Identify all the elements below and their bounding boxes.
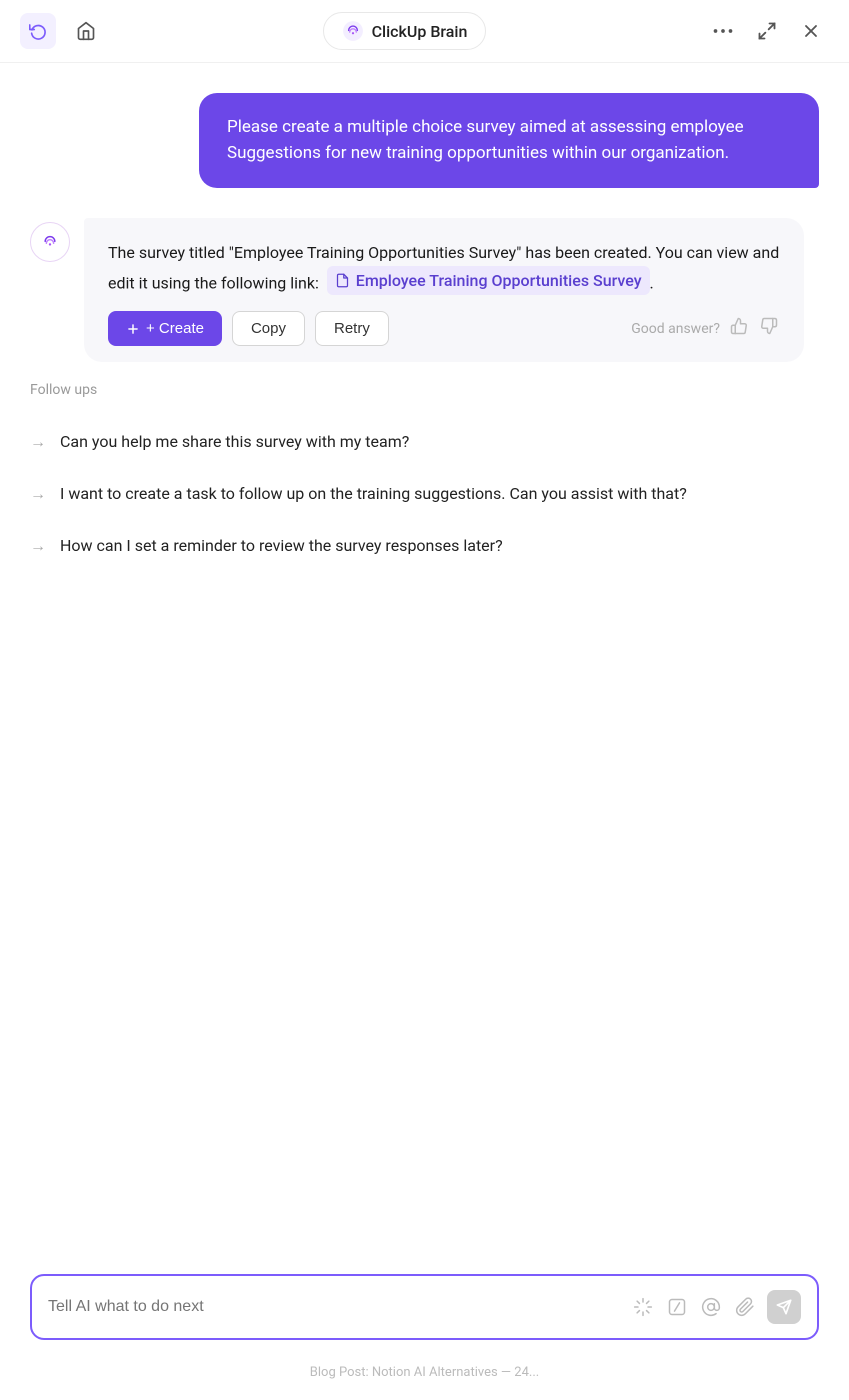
user-message-text: Please create a multiple choice survey a… bbox=[227, 117, 744, 163]
retry-label: Retry bbox=[334, 320, 370, 337]
followup-text-1: Can you help me share this survey with m… bbox=[60, 430, 409, 454]
chat-input[interactable] bbox=[48, 1298, 621, 1316]
close-button[interactable] bbox=[793, 13, 829, 49]
input-icon-group bbox=[631, 1290, 801, 1324]
ai-bubble: The survey titled "Employee Training Opp… bbox=[84, 218, 804, 362]
good-answer-label: Good answer? bbox=[631, 321, 720, 337]
expand-icon bbox=[757, 21, 777, 41]
ai-bubble-text: The survey titled "Employee Training Opp… bbox=[108, 240, 780, 295]
survey-link-text: Employee Training Opportunities Survey bbox=[356, 268, 642, 294]
doc-icon bbox=[335, 273, 350, 288]
create-button[interactable]: + Create bbox=[108, 311, 222, 346]
sparkle-button[interactable] bbox=[631, 1295, 655, 1319]
copy-label: Copy bbox=[251, 320, 286, 337]
more-button[interactable] bbox=[705, 13, 741, 49]
slash-button[interactable] bbox=[665, 1295, 689, 1319]
retry-button[interactable]: Retry bbox=[315, 311, 389, 346]
followups-label: Follow ups bbox=[30, 382, 819, 398]
attach-button[interactable] bbox=[733, 1295, 757, 1319]
followups-section: Follow ups → Can you help me share this … bbox=[0, 382, 849, 572]
more-icon bbox=[713, 28, 733, 34]
at-icon bbox=[701, 1297, 721, 1317]
thumbs-up-button[interactable] bbox=[728, 315, 750, 342]
history-button[interactable] bbox=[20, 13, 56, 49]
followup-text-2: I want to create a task to follow up on … bbox=[60, 482, 687, 506]
paperclip-icon bbox=[735, 1297, 755, 1317]
mention-button[interactable] bbox=[699, 1295, 723, 1319]
bottom-hint-text: Blog Post: Notion AI Alternatives — 24..… bbox=[310, 1365, 539, 1380]
ai-text-after: . bbox=[650, 273, 654, 292]
create-label: + Create bbox=[146, 320, 204, 337]
input-box bbox=[30, 1274, 819, 1340]
followup-item-1[interactable]: → Can you help me share this survey with… bbox=[30, 416, 819, 468]
survey-link[interactable]: Employee Training Opportunities Survey bbox=[327, 266, 650, 296]
history-icon bbox=[29, 22, 47, 40]
thumbs-down-button[interactable] bbox=[758, 315, 780, 342]
ai-response-row: The survey titled "Employee Training Opp… bbox=[30, 218, 819, 362]
header-left bbox=[20, 13, 104, 49]
followup-item-2[interactable]: → I want to create a task to follow up o… bbox=[30, 468, 819, 520]
app-title-pill[interactable]: ClickUp Brain bbox=[323, 12, 487, 50]
user-message-bubble: Please create a multiple choice survey a… bbox=[199, 93, 819, 188]
input-area bbox=[30, 1274, 819, 1340]
ai-actions: + Create Copy Retry Good answer? bbox=[108, 311, 780, 346]
thumbs-down-icon bbox=[760, 317, 778, 335]
app-title-text: ClickUp Brain bbox=[372, 22, 468, 41]
send-button[interactable] bbox=[767, 1290, 801, 1324]
home-button[interactable] bbox=[68, 13, 104, 49]
slash-command-icon bbox=[667, 1297, 687, 1317]
chat-area: Please create a multiple choice survey a… bbox=[0, 63, 849, 382]
thumbs-up-icon bbox=[730, 317, 748, 335]
arrow-icon-3: → bbox=[30, 536, 46, 556]
expand-button[interactable] bbox=[749, 13, 785, 49]
sparkle-icon bbox=[633, 1297, 653, 1317]
ai-logo-icon bbox=[38, 230, 62, 254]
followup-item-3[interactable]: → How can I set a reminder to review the… bbox=[30, 520, 819, 572]
send-icon bbox=[776, 1299, 792, 1315]
plus-icon bbox=[126, 322, 140, 336]
arrow-icon-2: → bbox=[30, 484, 46, 504]
followup-text-3: How can I set a reminder to review the s… bbox=[60, 534, 503, 558]
arrow-icon-1: → bbox=[30, 432, 46, 452]
home-icon bbox=[76, 21, 96, 41]
bottom-hint: Blog Post: Notion AI Alternatives — 24..… bbox=[0, 1365, 849, 1380]
copy-button[interactable]: Copy bbox=[232, 311, 305, 346]
good-answer-section: Good answer? bbox=[631, 315, 780, 342]
close-icon bbox=[801, 21, 821, 41]
header: ClickUp Brain bbox=[0, 0, 849, 63]
header-right bbox=[705, 13, 829, 49]
ai-avatar bbox=[30, 222, 70, 262]
clickup-brain-logo bbox=[342, 20, 364, 42]
